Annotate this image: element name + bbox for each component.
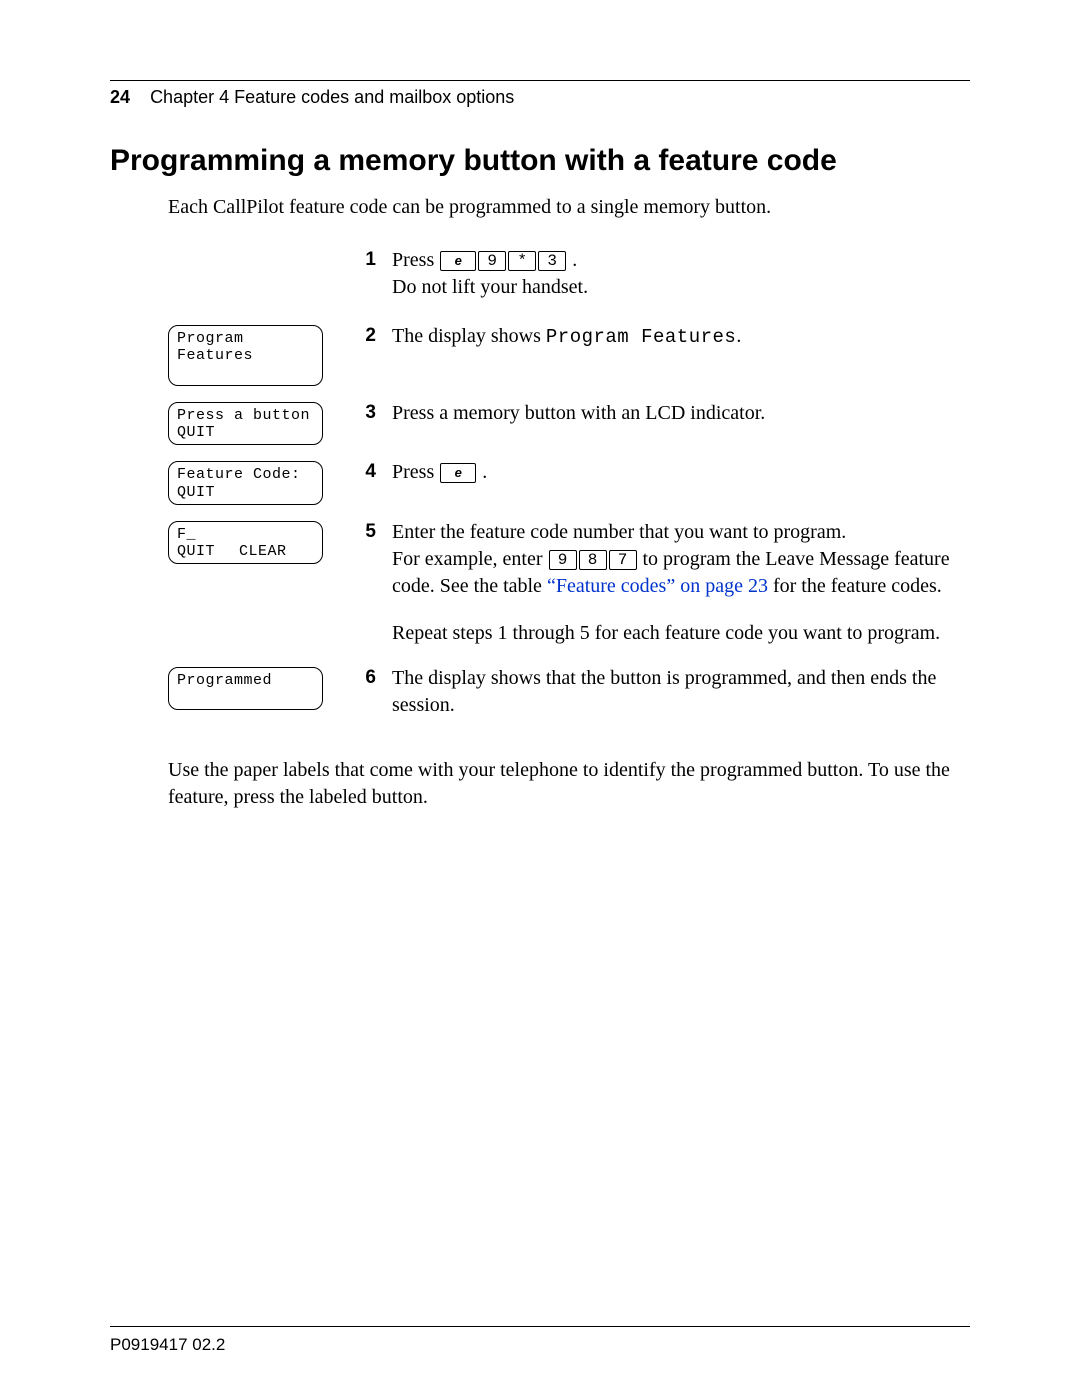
step-row: Programmed 6 The display shows that the … <box>168 665 970 719</box>
lcd-col: Press a button QUIT <box>168 400 348 446</box>
closing-paragraph: Use the paper labels that come with your… <box>168 757 970 811</box>
step-number: 6 <box>348 665 376 689</box>
step-number: 3 <box>348 400 376 424</box>
text-fragment: . <box>567 249 577 271</box>
text-fragment: . <box>477 461 487 483</box>
key-8: 8 <box>579 550 607 570</box>
lcd-softkey: QUIT <box>177 424 215 441</box>
steps-block: 1 Press e9*3 . Do not lift your handset.… <box>168 247 970 719</box>
lcd-softkey: QUIT <box>177 543 215 560</box>
spacer <box>392 600 970 620</box>
key-9: 9 <box>478 251 506 271</box>
top-rule <box>110 80 970 81</box>
step-text: Enter the feature code number that you w… <box>376 519 970 647</box>
step-text: Press e9*3 . Do not lift your handset. <box>376 247 970 301</box>
chapter-text: Chapter 4 Feature codes and mailbox opti… <box>150 87 514 107</box>
step-row: Program Features 2 The display shows Pro… <box>168 323 970 386</box>
lcd-line: Programmed <box>177 672 314 689</box>
text-fragment: Enter the feature code number that you w… <box>392 521 846 543</box>
page: 24 Chapter 4 Feature codes and mailbox o… <box>0 0 1080 1397</box>
lcd-line: QUIT <box>177 424 314 441</box>
lcd-line: Feature Code: <box>177 466 314 483</box>
step-number: 4 <box>348 459 376 483</box>
chapter-title <box>135 87 150 107</box>
lcd-placeholder <box>168 247 348 249</box>
step-number: 5 <box>348 519 376 543</box>
lcd-line: QUIT CLEAR <box>177 543 314 560</box>
text-fragment: For example, enter <box>392 548 548 570</box>
lcd-col: Program Features <box>168 323 348 386</box>
lcd-softkey: QUIT <box>177 484 215 501</box>
lcd-display: Programmed <box>168 667 323 711</box>
text-fragment: . <box>736 325 741 347</box>
mono-text: Program Features <box>546 326 736 348</box>
text-fragment: Press <box>392 249 439 271</box>
key-3: 3 <box>538 251 566 271</box>
step-number: 2 <box>348 323 376 347</box>
key-9: 9 <box>549 550 577 570</box>
lcd-display: Program Features <box>168 325 323 386</box>
lcd-display: F_ QUIT CLEAR <box>168 521 323 565</box>
step-text: The display shows Program Features. <box>376 323 970 351</box>
lcd-display: Feature Code: QUIT <box>168 461 323 505</box>
lcd-softkey: CLEAR <box>239 543 287 560</box>
text-fragment: for the feature codes. <box>768 575 942 597</box>
intro-paragraph: Each CallPilot feature code can be progr… <box>168 196 970 219</box>
feature-key-icon: e <box>440 463 476 483</box>
lcd-col: F_ QUIT CLEAR <box>168 519 348 565</box>
feature-key-icon: e <box>440 251 476 271</box>
section-title: Programming a memory button with a featu… <box>110 144 970 178</box>
lcd-line <box>177 365 314 382</box>
lcd-line: Press a button <box>177 407 314 424</box>
page-number: 24 <box>110 87 130 107</box>
lcd-line: Program Features <box>177 330 314 365</box>
document-id: P0919417 02.2 <box>110 1335 225 1355</box>
lcd-line: F_ <box>177 526 314 543</box>
bottom-rule <box>110 1326 970 1327</box>
cross-reference-link[interactable]: “Feature codes” on page 23 <box>547 575 768 597</box>
lcd-display: Press a button QUIT <box>168 402 323 446</box>
text-fragment: Repeat steps 1 through 5 for each featur… <box>392 622 940 644</box>
text-fragment: Press <box>392 461 439 483</box>
step-row: Feature Code: QUIT 4 Press e . <box>168 459 970 505</box>
step-row: 1 Press e9*3 . Do not lift your handset. <box>168 247 970 301</box>
step-text: Press e . <box>376 459 970 486</box>
step-row: F_ QUIT CLEAR 5 Enter the feature code n… <box>168 519 970 647</box>
text-fragment: Do not lift your handset. <box>392 276 588 298</box>
step-text: Press a memory button with an LCD indica… <box>376 400 970 427</box>
lcd-col: Programmed <box>168 665 348 711</box>
running-header: 24 Chapter 4 Feature codes and mailbox o… <box>110 87 970 108</box>
lcd-line <box>177 689 314 706</box>
lcd-col: Feature Code: QUIT <box>168 459 348 505</box>
key-7: 7 <box>609 550 637 570</box>
step-text: The display shows that the button is pro… <box>376 665 970 719</box>
step-row: Press a button QUIT 3 Press a memory but… <box>168 400 970 446</box>
step-number: 1 <box>348 247 376 271</box>
text-fragment: The display shows <box>392 325 546 347</box>
key-star: * <box>508 251 536 271</box>
lcd-line: QUIT <box>177 484 314 501</box>
